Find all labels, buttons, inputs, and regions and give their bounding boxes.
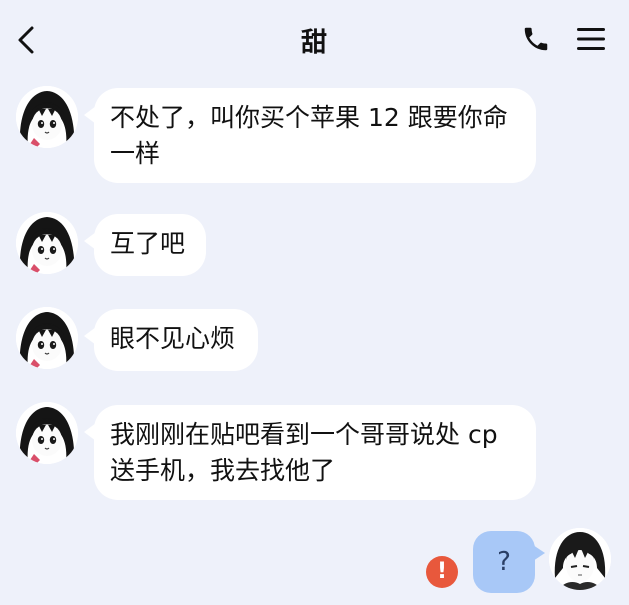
message-bubble[interactable]: 互了吧 <box>84 214 206 276</box>
message-text: 不处了，叫你买个苹果 12 跟要你命 <box>110 103 508 132</box>
avatar-image <box>549 528 611 590</box>
message-bubble[interactable]: 眼不见心烦 <box>84 309 258 371</box>
contact-avatar[interactable] <box>16 402 78 464</box>
my-avatar[interactable] <box>549 528 611 590</box>
avatar-image <box>16 402 78 464</box>
avatar-image <box>16 86 78 148</box>
message-text: 一样 <box>110 139 161 168</box>
contact-avatar[interactable] <box>16 307 78 369</box>
hamburger-menu-icon[interactable] <box>576 26 606 52</box>
message-text: 送手机，我去找他了 <box>110 456 336 485</box>
message-text: 互了吧 <box>110 229 186 258</box>
avatar-image <box>16 307 78 369</box>
message-bubble[interactable]: 我刚刚在贴吧看到一个哥哥说处 cp 送手机，我去找他了 <box>84 405 536 500</box>
phone-icon[interactable] <box>521 24 551 54</box>
alert-icon[interactable]: ! <box>426 556 458 588</box>
message-bubble[interactable]: 不处了，叫你买个苹果 12 跟要你命 一样 <box>84 88 536 183</box>
message-text: 我刚刚在贴吧看到一个哥哥说处 cp <box>110 420 498 449</box>
chat-header: 甜 <box>0 0 629 78</box>
contact-avatar[interactable] <box>16 86 78 148</box>
avatar-image <box>16 212 78 274</box>
message-text: 眼不见心烦 <box>110 324 236 353</box>
my-message-bubble[interactable]: ? <box>473 531 545 593</box>
contact-avatar[interactable] <box>16 212 78 274</box>
